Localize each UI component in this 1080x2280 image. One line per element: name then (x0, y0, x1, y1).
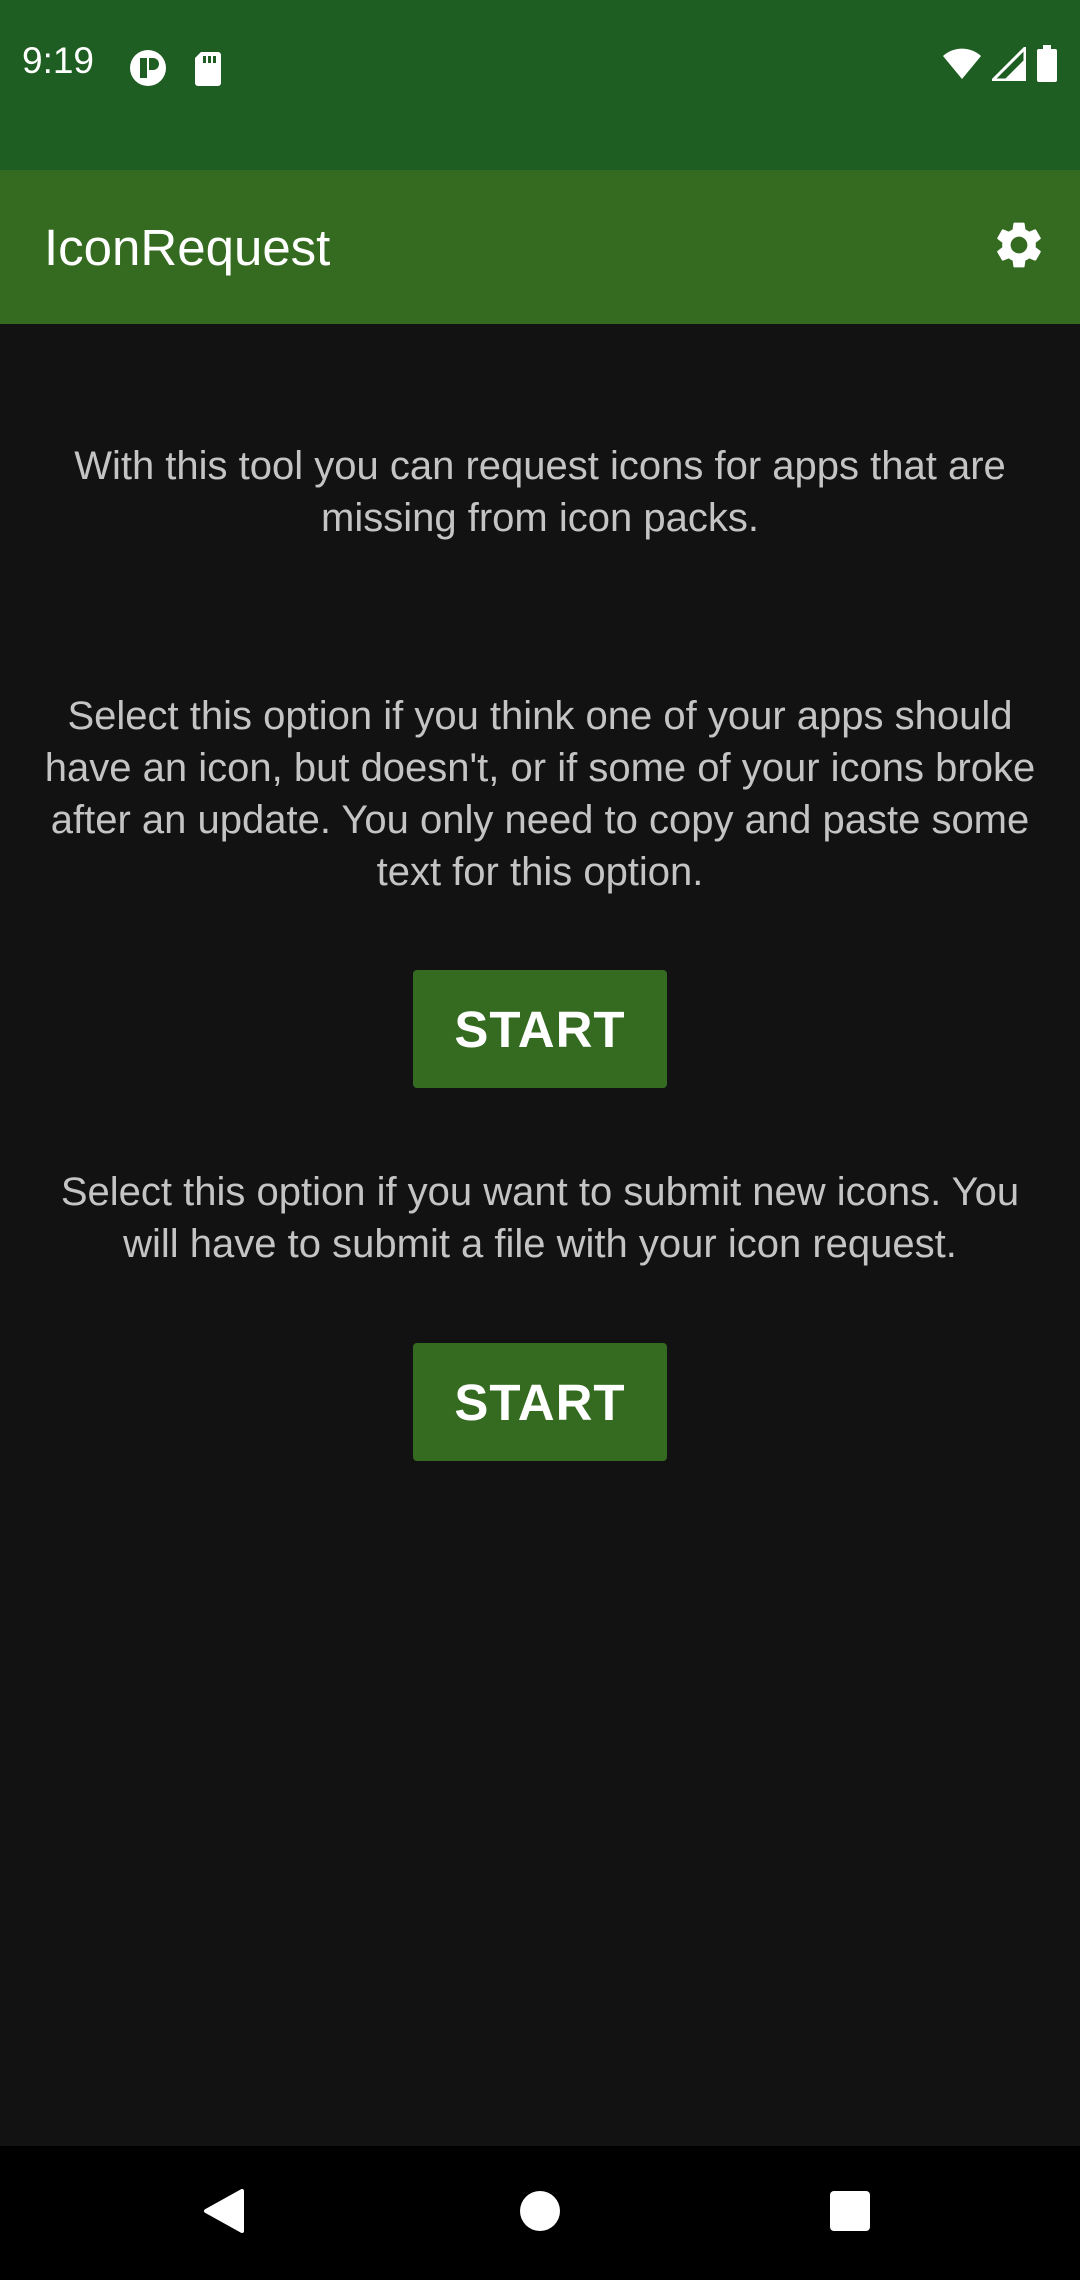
home-button[interactable] (507, 2180, 573, 2246)
battery-icon (1036, 44, 1058, 88)
back-button[interactable] (191, 2180, 257, 2246)
option1-description: Select this option if you think one of y… (44, 694, 1036, 894)
option2-description: Select this option if you want to submit… (60, 1170, 1020, 1266)
back-icon (202, 2187, 246, 2240)
app-title: IconRequest (44, 219, 331, 276)
sd-card-icon (192, 48, 232, 88)
navigation-bar (0, 2146, 1080, 2280)
recents-button[interactable] (817, 2180, 883, 2246)
status-right-icons (942, 43, 1058, 88)
home-icon (519, 2190, 561, 2237)
recents-icon (829, 2190, 871, 2237)
status-time: 9:19 (22, 40, 95, 81)
wifi-icon (942, 47, 982, 86)
notification-app-icon (128, 48, 168, 88)
gear-icon (991, 217, 1047, 278)
status-bar: 9:19 (0, 0, 1080, 170)
settings-button[interactable] (984, 212, 1054, 282)
start-submit-button[interactable]: START (413, 1343, 667, 1461)
app-bar: IconRequest (0, 170, 1080, 324)
app-screen: 9:19 IconRequest With this tool you can … (0, 0, 1080, 2280)
cell-signal-icon (989, 43, 1027, 86)
start-request-button[interactable]: START (413, 970, 667, 1088)
intro-text: With this tool you can request icons for… (74, 444, 1006, 540)
